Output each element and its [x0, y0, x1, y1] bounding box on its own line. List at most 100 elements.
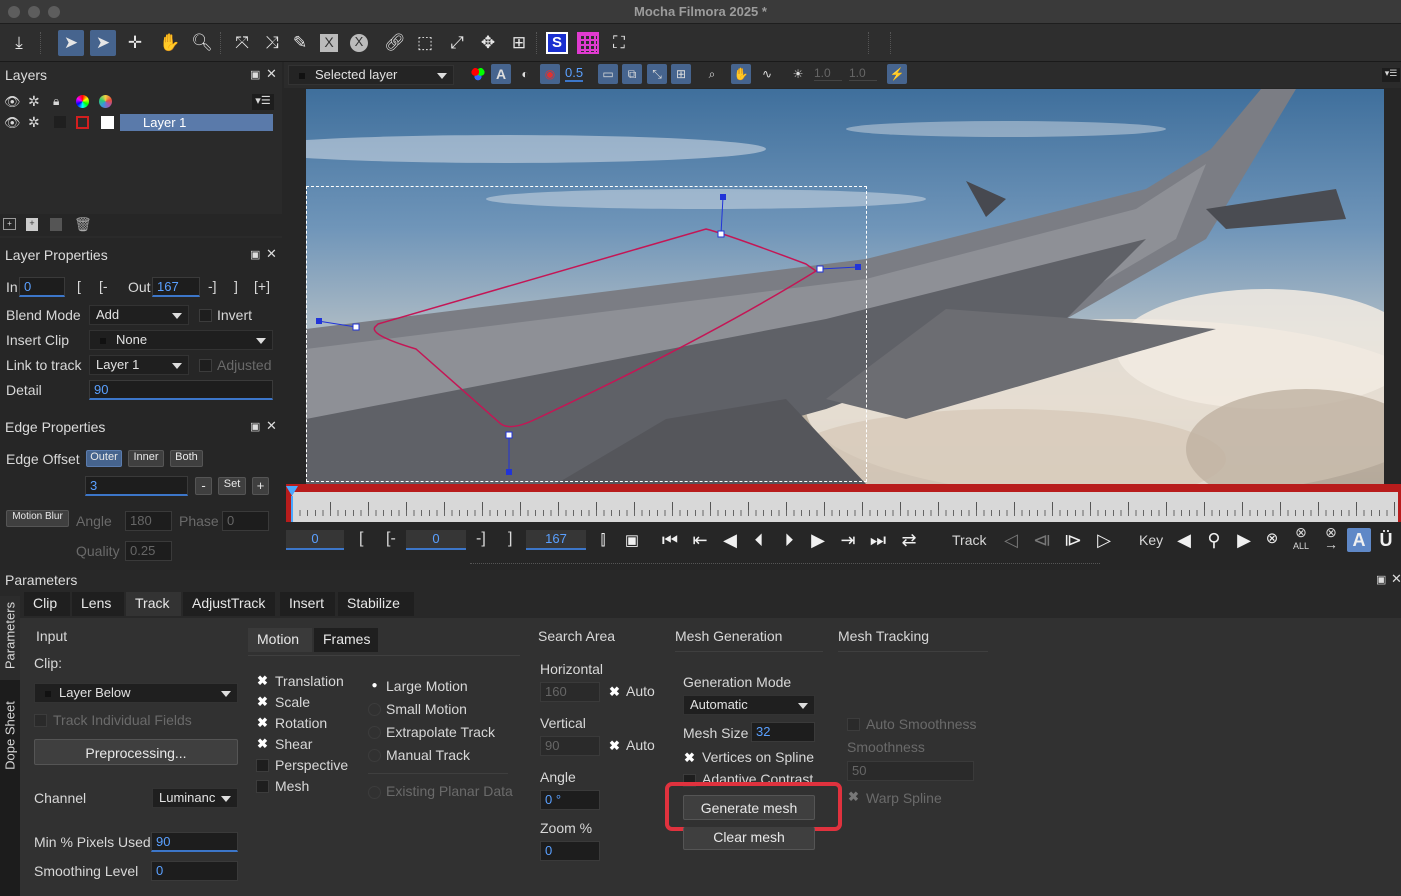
inner-button[interactable]: Inner	[128, 450, 164, 467]
edge-increase-button[interactable]: +	[252, 477, 269, 495]
spline-overlay[interactable]	[306, 89, 1384, 484]
invert-checkbox[interactable]	[199, 309, 212, 322]
rgb-channels-icon[interactable]	[468, 64, 488, 84]
loop-icon[interactable]: ⇄	[897, 528, 921, 552]
layer-icon[interactable]	[50, 218, 62, 231]
link-icon[interactable]: 🔗︎	[382, 30, 408, 56]
color-wheel-icon[interactable]	[76, 95, 89, 108]
float-panel-icon[interactable]: ▣	[250, 68, 260, 81]
close-panel-icon[interactable]: ✕	[266, 246, 277, 262]
smoothness-field[interactable]: 50	[847, 761, 974, 781]
next-key-icon[interactable]: ⇥	[836, 528, 860, 552]
min-pixels-field[interactable]: 90	[151, 832, 238, 852]
set-in-point-button[interactable]: [	[359, 530, 363, 548]
pan-hand-icon[interactable]: ✋	[157, 30, 183, 56]
prev-keyframe-icon[interactable]: ◀	[1172, 528, 1196, 552]
opacity-value[interactable]: 0.5	[565, 65, 584, 82]
tab-stabilize[interactable]: Stabilize	[338, 592, 414, 616]
tab-motion[interactable]: Motion	[248, 628, 312, 652]
splitter[interactable]	[470, 563, 1100, 564]
tab-adjust-track[interactable]: AdjustTrack	[183, 592, 275, 616]
zoom-view-icon[interactable]: ⌕	[702, 64, 722, 84]
playhead-marker[interactable]	[286, 486, 298, 496]
vertical-auto-checkbox[interactable]: ✖	[608, 739, 621, 753]
bezier-icon[interactable]: ⤨	[259, 30, 285, 56]
transform-icon[interactable]: ⬚	[412, 30, 438, 56]
outer-button[interactable]: Outer	[86, 450, 122, 467]
motion-radio-small-motion[interactable]	[368, 703, 381, 716]
clip-dropdown[interactable]: Layer Below	[34, 683, 238, 703]
viewer-canvas[interactable]	[306, 89, 1384, 484]
motion-checkbox-perspective[interactable]	[256, 759, 269, 772]
tab-track[interactable]: Track	[126, 592, 181, 616]
in-frame-field[interactable]: 0	[406, 530, 466, 550]
close-panel-icon[interactable]: ✕	[266, 66, 277, 82]
key-text-icon[interactable]: Ü	[1374, 528, 1398, 552]
vertical-field[interactable]: 90	[540, 736, 600, 756]
zoom-range-icon[interactable]: ▣	[620, 528, 644, 552]
out-point-field[interactable]: 167	[152, 277, 200, 297]
edge-set-button[interactable]: Set	[218, 477, 246, 495]
blur-quality-field[interactable]: 0.25	[125, 541, 172, 561]
edge-offset-field[interactable]: 3	[85, 476, 188, 496]
warp-spline-checkbox[interactable]: ✖	[847, 790, 860, 804]
gear-icon[interactable]: ✲	[28, 114, 40, 131]
new-layer-icon[interactable]: +	[3, 218, 16, 230]
next-keyframe-icon[interactable]: ▶	[1232, 528, 1256, 552]
select-points-icon[interactable]: ➤	[90, 30, 116, 56]
motion-checkbox-translation[interactable]: ✖	[256, 674, 269, 688]
select-arrow-icon[interactable]: ➤	[58, 30, 84, 56]
grid-icon[interactable]: ⊞	[506, 30, 532, 56]
horizontal-auto-checkbox[interactable]: ✖	[608, 685, 621, 699]
existing-planar-radio[interactable]	[368, 786, 381, 799]
matte-icon[interactable]: ◉	[540, 64, 560, 84]
layer-menu-icon[interactable]: ▾☰	[252, 94, 274, 110]
tab-frames[interactable]: Frames	[314, 628, 378, 652]
step-forward-icon[interactable]: ⏵	[777, 528, 801, 552]
trash-icon[interactable]: 🗑︎	[74, 216, 92, 233]
hand-view-icon[interactable]: ✋	[731, 64, 751, 84]
motion-radio-extrapolate-track[interactable]	[368, 726, 381, 739]
smoothing-field[interactable]: 0	[151, 861, 238, 881]
search-angle-field[interactable]: 0 °	[540, 790, 600, 810]
track-step-back-icon[interactable]: ⧏	[1030, 528, 1054, 552]
set-out-button[interactable]: ]	[234, 278, 238, 294]
close-panel-icon[interactable]: ✕	[1391, 571, 1401, 587]
fit-icon[interactable]: ⛶	[606, 30, 632, 56]
tab-lens[interactable]: Lens	[72, 592, 124, 616]
timeline-ruler[interactable]	[292, 492, 1398, 522]
search-zoom-field[interactable]: 0	[540, 841, 600, 861]
blur-phase-field[interactable]: 0	[222, 511, 269, 531]
grid-view-icon[interactable]	[575, 30, 601, 56]
delete-all-keys-icon[interactable]: ⊗ ALL	[1289, 525, 1313, 552]
mesh-size-field[interactable]: 32	[751, 722, 815, 742]
timeline-bar[interactable]	[286, 484, 1401, 522]
side-tab-parameters[interactable]: Parameters	[0, 596, 20, 680]
both-button[interactable]: Both	[170, 450, 203, 467]
insert-clip-dropdown[interactable]: None	[89, 330, 273, 350]
layer-row[interactable]: 👁︎ ✲ Layer 1	[0, 114, 278, 132]
gamma-field[interactable]: 1.0	[849, 66, 877, 81]
motion-checkbox-rotation[interactable]: ✖	[256, 716, 269, 730]
tab-insert[interactable]: Insert	[280, 592, 335, 616]
download-icon[interactable]: ⤓	[6, 30, 32, 56]
side-tab-dope-sheet[interactable]: Dope Sheet	[0, 696, 20, 780]
gear-icon[interactable]: ✲	[28, 93, 40, 110]
motion-blur-button[interactable]: Motion Blur	[6, 510, 69, 527]
go-to-in-button[interactable]: [-	[386, 530, 396, 548]
link-track-dropdown[interactable]: Layer 1	[89, 355, 189, 375]
clear-mesh-button[interactable]: Clear mesh	[683, 827, 815, 850]
x-circle-icon[interactable]: X	[346, 30, 372, 56]
layer-name[interactable]: Layer 1	[120, 114, 273, 131]
flash-icon[interactable]: ⚡	[887, 64, 907, 84]
matte-color-swatch[interactable]	[101, 116, 114, 129]
go-in-button[interactable]: [-	[99, 278, 108, 294]
track-backward-icon[interactable]: ◁	[999, 528, 1023, 552]
zoom-icon[interactable]: 🔍︎	[189, 30, 215, 56]
track-forward-icon[interactable]: ▷	[1092, 528, 1116, 552]
float-panel-icon[interactable]: ▣	[1376, 573, 1386, 586]
spline-view-icon[interactable]: ⤡	[647, 64, 667, 84]
close-panel-icon[interactable]: ✕	[266, 418, 277, 434]
edge-decrease-button[interactable]: -	[195, 477, 212, 495]
adaptive-contrast-checkbox[interactable]	[683, 774, 696, 787]
